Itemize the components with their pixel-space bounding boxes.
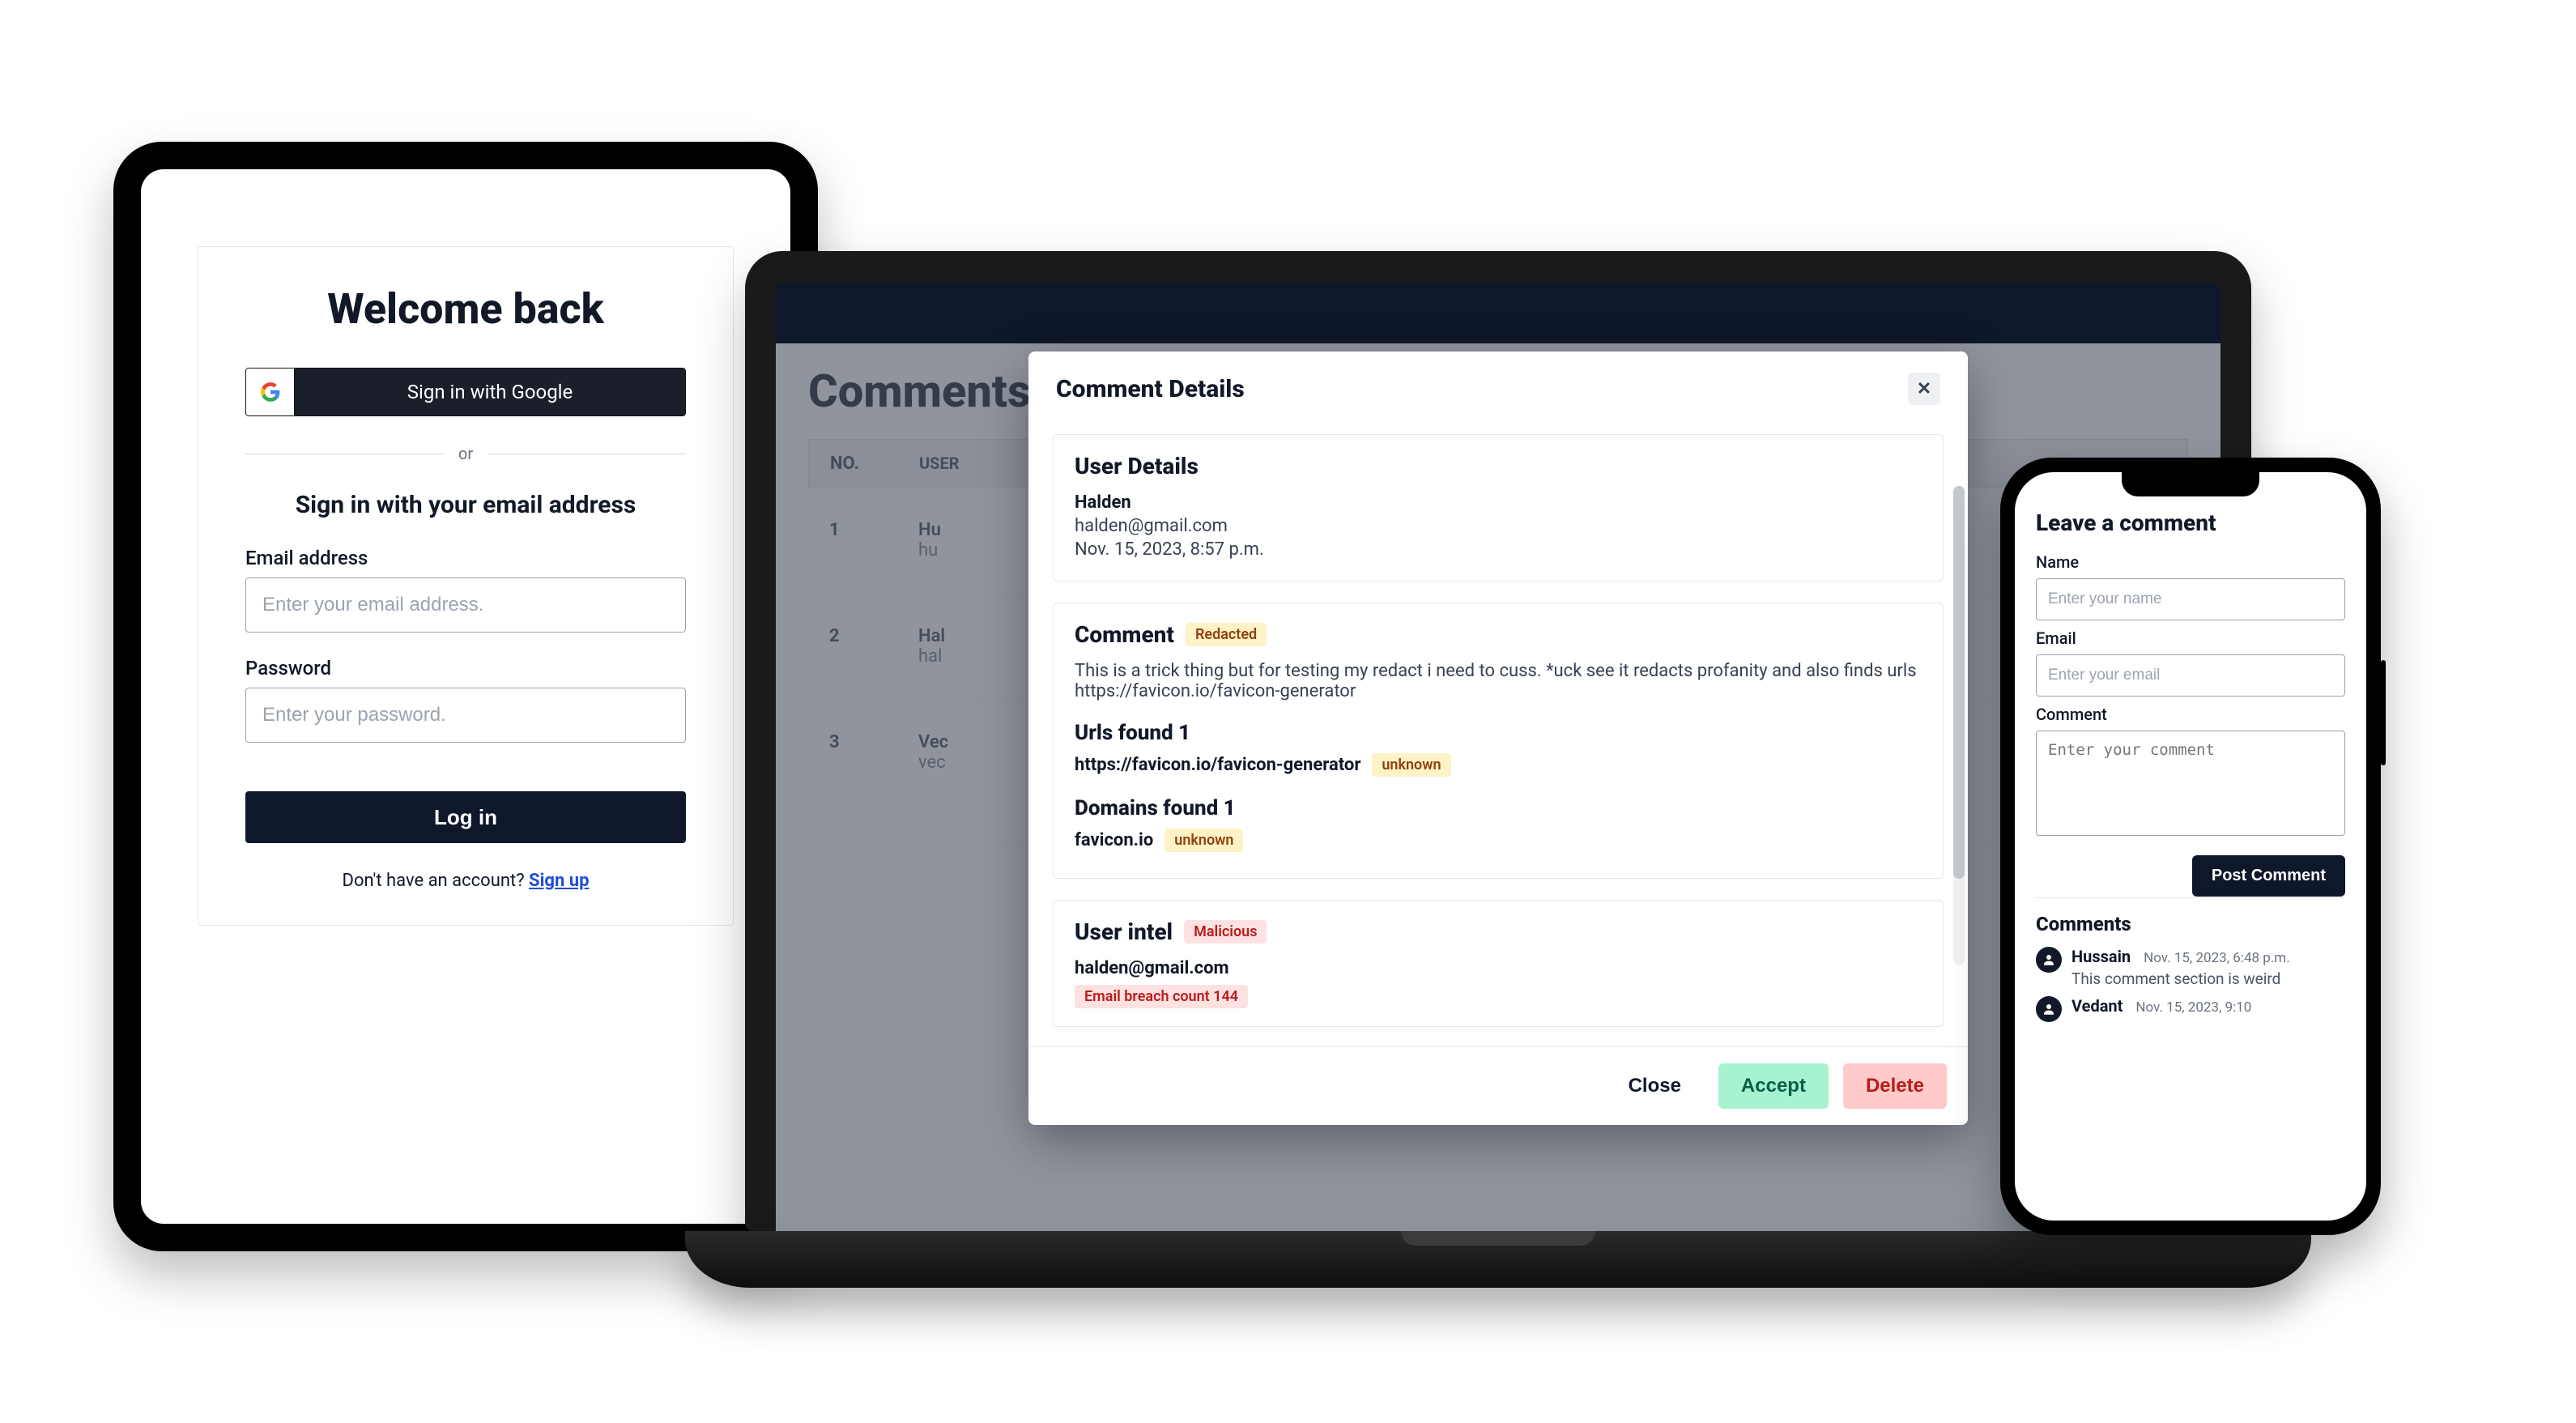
name-label: Name [2036,552,2345,572]
google-signin-button[interactable]: Sign in with Google [245,368,686,416]
comments-heading: Comments [2036,913,2345,935]
malicious-badge: Malicious [1184,920,1267,944]
google-logo-icon [246,369,295,415]
comment-time: Nov. 15, 2023, 9:10 [2135,999,2251,1016]
login-subheading: Sign in with your email address [245,491,686,519]
domain-value: favicon.io [1075,830,1153,850]
close-icon[interactable]: ✕ [1908,373,1940,405]
email-label: Email [2036,628,2345,648]
email-input[interactable] [245,577,686,633]
intel-email: halden@gmail.com [1075,958,1922,978]
google-signin-label: Sign in with Google [295,369,685,415]
app-topbar [776,283,2220,343]
login-card: Welcome back Sign in with Google or Sign… [198,246,734,926]
user-details-panel: User Details Halden halden@gmail.com Nov… [1053,434,1944,582]
breach-count-badge: Email breach count 144 [1075,985,1248,1008]
tablet-screen: Welcome back Sign in with Google or Sign… [141,169,790,1224]
user-name: Halden [1075,492,1922,513]
user-time: Nov. 15, 2023, 8:57 p.m. [1075,539,1922,560]
login-button[interactable]: Log in [245,791,686,843]
leave-comment-title: Leave a comment [2036,509,2345,536]
avatar-icon [2036,947,2062,973]
modal-scrollbar[interactable] [1953,486,1965,965]
user-intel-heading: User intel [1075,918,1173,945]
url-value: https://favicon.io/favicon-generator [1075,755,1360,775]
domain-status-badge: unknown [1165,829,1243,852]
name-input[interactable] [2036,578,2345,620]
comment-author: Vedant [2071,996,2123,1016]
signup-prompt: Don't have an account? Sign up [245,871,686,891]
comment-textarea[interactable] [2036,731,2345,836]
phone-notch [2122,472,2259,496]
phone-device: Leave a comment Name Email Comment Post … [2000,458,2381,1235]
post-comment-button[interactable]: Post Comment [2192,855,2345,897]
user-email: halden@gmail.com [1075,516,1922,536]
comment-details-modal: Comment Details ✕ User Details Halden ha… [1028,351,1968,1125]
signup-link[interactable]: Sign up [529,871,589,891]
email-input[interactable] [2036,654,2345,697]
url-status-badge: unknown [1372,753,1450,777]
accept-button[interactable]: Accept [1718,1063,1829,1109]
modal-title: Comment Details [1056,375,1245,403]
urls-found-heading: Urls found 1 [1075,721,1922,745]
divider-or: or [245,444,686,463]
password-input[interactable] [245,688,686,743]
redacted-badge: Redacted [1186,623,1267,646]
phone-screen: Leave a comment Name Email Comment Post … [2015,472,2366,1221]
email-label: Email address [245,547,686,569]
comment-label: Comment [2036,705,2345,724]
comment-author: Hussain [2071,947,2131,966]
signup-prompt-text: Don't have an account? [343,871,530,891]
close-button[interactable]: Close [1606,1063,1704,1109]
user-details-heading: User Details [1075,453,1922,479]
password-label: Password [245,657,686,680]
separator [2036,897,2345,898]
user-intel-panel: User intel Malicious halden@gmail.com Em… [1053,900,1944,1027]
comment-heading: Comment [1075,621,1174,648]
comment-item: Vedant Nov. 15, 2023, 9:10 [2036,996,2345,1022]
avatar-icon [2036,996,2062,1022]
domains-found-heading: Domains found 1 [1075,796,1922,820]
tablet-device: Welcome back Sign in with Google or Sign… [113,142,818,1251]
comment-panel: Comment Redacted This is a trick thing b… [1053,603,1944,879]
delete-button[interactable]: Delete [1843,1063,1947,1109]
comment-item: Hussain Nov. 15, 2023, 6:48 p.m. This co… [2036,947,2345,988]
comment-time: Nov. 15, 2023, 6:48 p.m. [2144,950,2290,966]
comment-body: This comment section is weird [2071,969,2345,988]
laptop-base [685,1231,2312,1288]
login-title: Welcome back [245,284,686,334]
comment-text: This is a trick thing but for testing my… [1075,661,1922,701]
